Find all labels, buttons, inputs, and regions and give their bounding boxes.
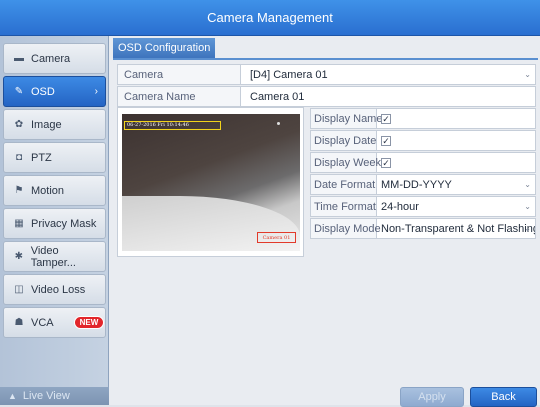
display-week-value: ✓: [377, 153, 535, 172]
display-mode-value: Non-Transparent & Not Flashing: [381, 222, 535, 235]
palette-icon: ✿: [14, 119, 24, 130]
date-format-row: Date Format MM-DD-YYYY ⌄: [310, 174, 536, 195]
sidebar-item-ptz[interactable]: ◘ PTZ: [3, 142, 106, 173]
display-date-label: Display Date: [311, 131, 377, 150]
display-name-label: Display Name: [311, 109, 382, 128]
time-format-label: Time Format: [311, 197, 377, 216]
sidebar-item-label: Video Tamper...: [30, 244, 76, 269]
camera-value[interactable]: [D4] Camera 01 ⌄: [241, 65, 535, 84]
sidebar-item-label: Privacy Mask: [31, 217, 97, 230]
camera-value-text: [D4] Camera 01: [250, 68, 328, 81]
sidebar-item-label: Image: [31, 118, 62, 131]
window-title: Camera Management: [0, 0, 540, 36]
live-view-button[interactable]: ▲ Live View: [0, 387, 109, 405]
sidebar-item-image[interactable]: ✿ Image: [3, 109, 106, 140]
display-mode-label: Display Mode: [311, 219, 381, 238]
display-date-checkbox[interactable]: ✓: [381, 135, 391, 146]
sidebar-item-label: Motion: [31, 184, 65, 197]
pen-icon: ✎: [14, 86, 24, 97]
camera-name-input[interactable]: Camera 01: [241, 87, 535, 106]
display-name-row: Display Name ✓: [310, 108, 536, 129]
tab-osd-configuration[interactable]: OSD Configuration: [113, 38, 216, 58]
new-badge: NEW: [73, 316, 105, 329]
osd-name-overlay[interactable]: Camera 01: [257, 232, 296, 243]
sidebar-item-privacy-mask[interactable]: ▦ Privacy Mask: [3, 208, 106, 239]
sidebar-item-osd[interactable]: ✎ OSD ›: [3, 76, 106, 107]
time-format-row: Time Format 24-hour ⌄: [310, 196, 536, 217]
mask-icon: ▦: [14, 218, 24, 229]
osd-preview: 06-27-2016 Fri 10:14:46 Camera 01: [117, 107, 304, 257]
display-name-value: ✓: [377, 109, 535, 128]
ptz-icon: ◘: [15, 152, 23, 163]
date-format-select[interactable]: MM-DD-YYYY ⌄: [377, 175, 535, 194]
preview-light: [277, 122, 280, 125]
date-format-value: MM-DD-YYYY: [381, 178, 452, 191]
display-name-checkbox[interactable]: ✓: [381, 113, 391, 124]
camera-preview-image: 06-27-2016 Fri 10:14:46 Camera 01: [122, 114, 300, 251]
camera-select[interactable]: Camera [D4] Camera 01 ⌄: [117, 64, 536, 85]
tab-underline: [113, 58, 538, 60]
main-panel: OSD Configuration Camera [D4] Camera 01 …: [113, 38, 538, 407]
live-view-label: Live View: [22, 390, 70, 402]
display-week-label: Display Week: [311, 153, 381, 172]
date-format-label: Date Format: [311, 175, 377, 194]
video-loss-icon: ◫: [14, 284, 24, 295]
camera-label: Camera: [118, 65, 241, 84]
sidebar-item-video-loss[interactable]: ◫ Video Loss: [3, 274, 106, 305]
chevron-down-icon: ⌄: [524, 224, 531, 233]
chevron-down-icon: ⌄: [524, 70, 531, 79]
sidebar-item-label: Video Loss: [31, 283, 86, 296]
home-icon: ▲: [8, 391, 17, 401]
sidebar-item-motion[interactable]: ⚑ Motion: [3, 175, 106, 206]
chevron-down-icon: ⌄: [524, 202, 531, 211]
motion-icon: ⚑: [14, 185, 24, 196]
chevron-down-icon: ⌄: [524, 180, 531, 189]
sidebar-item-label: PTZ: [31, 151, 52, 164]
display-week-checkbox[interactable]: ✓: [381, 157, 391, 168]
tamper-icon: ✱: [14, 251, 24, 262]
display-date-row: Display Date ✓: [310, 130, 536, 151]
apply-button[interactable]: Apply: [400, 387, 464, 407]
sidebar-item-vca[interactable]: ☗ VCA NEW: [3, 307, 106, 338]
display-week-row: Display Week ✓: [310, 152, 536, 173]
sidebar-item-label: Camera: [31, 52, 71, 65]
time-format-select[interactable]: 24-hour ⌄: [377, 197, 535, 216]
sidebar: ▬ Camera ✎ OSD › ✿ Image ◘ PTZ ⚑ Motion …: [0, 36, 109, 405]
osd-date-overlay[interactable]: 06-27-2016 Fri 10:14:46: [124, 121, 221, 130]
sidebar-item-label: OSD: [31, 85, 55, 98]
sidebar-item-video-tamper[interactable]: ✱ Video Tamper...: [3, 241, 106, 272]
sidebar-item-label: VCA: [31, 316, 54, 329]
camera-name-label: Camera Name: [118, 87, 241, 106]
sidebar-item-camera[interactable]: ▬ Camera: [3, 43, 106, 74]
camera-name-field[interactable]: Camera Name Camera 01: [117, 86, 536, 107]
chevron-right-icon: ›: [94, 86, 98, 97]
display-mode-select[interactable]: Non-Transparent & Not Flashing ⌄: [377, 219, 535, 238]
camera-icon: ▬: [14, 53, 24, 64]
display-mode-row: Display Mode Non-Transparent & Not Flash…: [310, 218, 536, 239]
vca-icon: ☗: [14, 317, 24, 328]
display-date-value: ✓: [377, 131, 535, 150]
time-format-value: 24-hour: [381, 200, 419, 213]
back-button[interactable]: Back: [470, 387, 537, 407]
camera-management-window: Camera Management ▬ Camera ✎ OSD › ✿ Ima…: [0, 0, 540, 407]
